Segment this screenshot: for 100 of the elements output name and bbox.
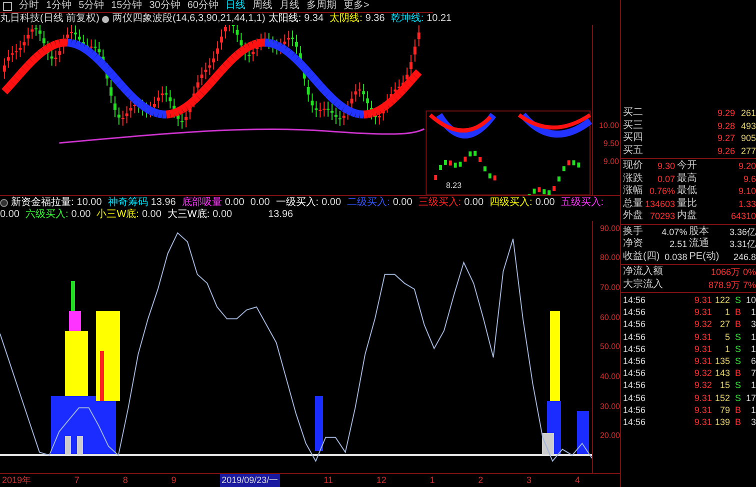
trade-side: S [734,330,742,343]
quote-value: 0.07 [656,172,676,185]
legend-value: 13.96 [150,196,176,208]
bid-price: 9.28 [716,120,735,132]
indicator-name: 两仪四象波段(14,6,3,90,21,44,1,1) [112,13,266,26]
trade-volume: 5 [724,330,730,343]
quote-value: 0.038 [664,250,688,263]
quote-label: 内盘 [677,210,698,222]
quote-label: 换手 [623,226,644,238]
bid-label: 买五 [623,144,644,157]
legend-label: 新资金福拉量: [11,196,74,208]
date-label: 11 [324,475,333,486]
axis-label: 60.00 [600,312,620,322]
quote-value: 4.07% [662,226,688,238]
quote-value: 3.36亿 [728,226,756,238]
trade-side: B [734,416,742,428]
quote-label: 现价 [623,160,643,172]
stock-title: 丸日科技(日线 前复权) [0,13,100,26]
trade-price: 9.31 [693,342,712,356]
trade-count: 3 [750,416,756,428]
date-label: 12 [376,475,386,486]
trade-count: 10 [746,294,756,306]
flow-label: 净流入额 [623,266,663,278]
period-tab[interactable]: 周线 [252,0,272,12]
bid-volume: 493 [740,120,756,132]
trade-volume: 135 [714,355,730,368]
legend-label: 底部吸量 [182,196,222,208]
trade-count: 1 [750,330,756,343]
quote-value: 2.51 [668,238,688,250]
legend-label: 四级买入: [490,196,532,209]
period-tab[interactable]: 月线 [280,0,300,12]
legend-label: 神奇筹码 [108,196,148,208]
trade-volume: 152 [714,392,730,404]
quote-value: 9.6 [742,172,756,185]
flow-share: 0% [742,266,756,278]
trade-side: B [734,404,742,416]
quote-value: 1.33 [737,198,756,210]
period-tab[interactable]: 30分钟 [149,0,180,12]
trade-volume: 15 [718,379,730,392]
axis-label: 50.00 [600,342,620,352]
trade-price: 9.31 [693,392,712,404]
period-tab[interactable]: 1分钟 [46,0,72,12]
quote-label: 流通 [689,238,710,250]
trade-side: B [734,318,742,331]
trade-time: 14:56 [623,404,646,416]
trade-price: 9.32 [693,367,712,380]
quote-label: 净资 [623,238,644,250]
axis-label: 9.00 [603,157,619,166]
trade-price: 9.31 [693,404,712,416]
trade-time: 14:56 [623,355,646,368]
trade-volume: 79 [718,404,730,416]
period-tab[interactable]: 5分钟 [78,0,104,12]
legend-value: 0.00 [535,196,555,209]
quote-label: 最低 [677,185,698,198]
legend-label: 六级买入: [25,208,68,221]
trade-price: 9.32 [693,379,712,392]
quote-value: 70293 [649,210,676,222]
trade-side: S [734,379,742,392]
date-label: 2019/09/23/一 [220,474,280,487]
window-icon[interactable] [3,2,12,11]
settings-icon[interactable] [0,198,8,207]
legend-value: 0.00 [224,196,244,209]
quote-value: 246.8 [732,250,756,263]
indicator-dot-icon [102,16,110,23]
period-tab[interactable]: 60分钟 [187,0,218,12]
legend-value: 0.00 [212,208,232,221]
quote-label: 总量 [623,198,643,210]
trade-time: 14:56 [623,330,646,343]
bid-volume: 277 [740,144,756,157]
flow-label: 大宗流入 [623,278,663,291]
trade-volume: 1 [724,306,730,318]
legend-value: 0.00 [392,196,412,209]
quote-value: 9.10 [737,185,756,198]
axis-label: 90.00 [600,224,620,233]
legend-label: 三级买入: [418,196,462,209]
period-tab[interactable]: 15分钟 [111,0,142,12]
legend-label: 大三W底: [167,208,210,221]
quote-label: 涨跌 [623,172,643,184]
trade-count: 6 [750,355,756,368]
period-tab[interactable]: 日线 [226,0,246,12]
axis-label: 70.00 [600,282,620,292]
trade-side: S [734,392,742,404]
legend-label: 小三W底: [96,208,139,221]
legend-label: 二级买入: [347,196,390,209]
date-label: 9 [171,475,176,486]
legend-value: 10.00 [76,196,102,208]
legend-label: 一级买入: [276,196,319,209]
bid-label: 买三 [623,120,644,132]
period-tab[interactable]: 更多> [344,0,370,12]
trade-volume: 1 [724,342,730,356]
quote-label: 今开 [677,160,698,172]
legend-value: 0.00 [0,208,20,221]
legend-value: 9.36 [365,13,385,26]
flow-value: 878.9万 [707,278,740,291]
axis-label: 9.50 [603,139,619,148]
period-tab[interactable]: 多周期 [306,0,336,12]
trade-time: 14:56 [623,294,646,306]
period-tab[interactable]: 分时 [19,0,39,12]
date-label: 3 [526,475,532,486]
quote-label: 外盘 [623,210,643,222]
